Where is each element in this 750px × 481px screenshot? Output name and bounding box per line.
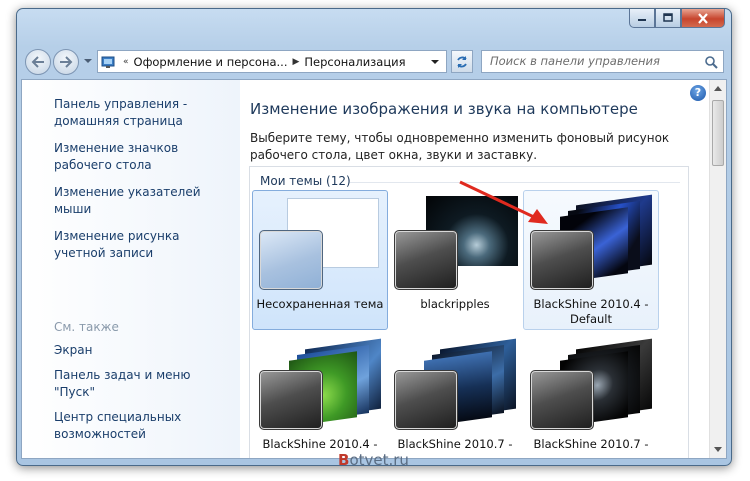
theme-item-blackshine-default[interactable]: BlackShine 2010.4 - Default [523, 190, 659, 330]
breadcrumb-personalization[interactable]: Персонализация [304, 55, 405, 69]
breadcrumb-appearance[interactable]: Оформление и персона... [134, 55, 288, 69]
sidebar-link-ease-of-access[interactable]: Центр специальных возможностей [54, 409, 229, 443]
maximize-button[interactable] [655, 9, 681, 28]
window-color-preview [394, 230, 458, 290]
page-title: Изменение изображения и звука на компьют… [250, 100, 638, 118]
control-panel-icon [98, 51, 118, 72]
sidebar-link-display[interactable]: Экран [54, 342, 229, 359]
sidebar-link-desktop-icons[interactable]: Изменение значков рабочего стола [54, 140, 229, 174]
sidebar-link-account-picture[interactable]: Изменение рисунка учетной записи [54, 228, 229, 262]
help-icon[interactable]: ? [690, 85, 706, 101]
main-panel: ? Изменение изображения и звука на компь… [240, 80, 710, 458]
refresh-icon [457, 55, 467, 68]
scrollbar-thumb[interactable] [712, 100, 724, 166]
caption-buttons [629, 9, 725, 28]
chevron-down-icon [714, 447, 722, 452]
minimize-icon [638, 19, 646, 21]
search-icon[interactable] [704, 55, 718, 69]
sidebar-link-home[interactable]: Панель управления - домашняя страница [54, 96, 229, 130]
search-placeholder: Поиск в панели управления [490, 54, 660, 68]
back-button[interactable] [25, 49, 51, 75]
navigation-bar: « Оформление и персона... ▶ Персонализац… [23, 49, 727, 75]
history-dropdown-icon[interactable] [83, 58, 93, 64]
breadcrumb-overflow-icon[interactable]: « [123, 57, 129, 67]
breadcrumb-separator-icon[interactable]: ▶ [292, 57, 299, 67]
minimize-button[interactable] [629, 9, 655, 28]
scroll-up-button[interactable] [710, 80, 726, 97]
theme-item-blackshine-2010-4[interactable]: BlackShine 2010.4 - [252, 330, 388, 458]
window-color-preview [530, 370, 594, 430]
theme-group-title[interactable]: Мои темы (12) [260, 174, 351, 188]
close-button[interactable] [681, 9, 725, 28]
group-divider [350, 182, 680, 183]
theme-list: Мои темы (12) Несохраненная тема blackri… [249, 166, 689, 458]
scroll-down-button[interactable] [710, 441, 726, 458]
theme-name: Несохраненная тема [256, 297, 384, 311]
sidebar-link-taskbar[interactable]: Панель задач и меню "Пуск" [54, 367, 229, 401]
theme-name: BlackShine 2010.7 - [533, 437, 649, 451]
theme-name: BlackShine 2010.4 - [262, 437, 378, 451]
theme-thumbnail [259, 336, 383, 432]
theme-item-blackshine-2010-7-b[interactable]: BlackShine 2010.7 - [523, 330, 659, 458]
arrow-left-icon [31, 56, 44, 68]
search-input[interactable]: Поиск в панели управления [481, 50, 724, 73]
theme-thumbnail [530, 194, 654, 292]
see-also-heading: См. также [54, 320, 119, 334]
arrow-right-icon [60, 56, 73, 68]
window-color-preview [530, 230, 594, 290]
vertical-scrollbar[interactable] [709, 80, 726, 458]
chevron-up-icon [714, 86, 722, 91]
theme-item-blackripples[interactable]: blackripples [387, 190, 523, 330]
close-icon [698, 12, 708, 24]
watermark: Botvet.ru [338, 451, 409, 469]
page-description: Выберите тему, чтобы одновременно измени… [250, 131, 670, 162]
theme-name: BlackShine 2010.7 - [397, 437, 513, 451]
control-panel-window: « Оформление и персона... ▶ Персонализац… [16, 8, 732, 466]
maximize-icon [663, 13, 673, 22]
refresh-button[interactable] [451, 50, 473, 73]
sidebar: Панель управления - домашняя страница Из… [22, 80, 240, 458]
address-bar[interactable]: « Оформление и персона... ▶ Персонализац… [97, 50, 447, 73]
theme-name: BlackShine 2010.4 - Default [533, 297, 649, 326]
theme-thumbnail [394, 336, 518, 432]
forward-button[interactable] [53, 49, 79, 75]
sidebar-link-mouse-pointers[interactable]: Изменение указателей мыши [54, 184, 229, 218]
content-area: Панель управления - домашняя страница Из… [21, 79, 727, 459]
theme-name: blackripples [420, 297, 490, 311]
address-dropdown-icon[interactable] [430, 59, 440, 65]
window-color-preview [394, 370, 458, 430]
theme-item-blackshine-2010-7-a[interactable]: BlackShine 2010.7 - [387, 330, 523, 458]
window-color-preview [259, 370, 323, 430]
theme-thumbnail [394, 196, 518, 292]
theme-item-unsaved[interactable]: Несохраненная тема [252, 190, 388, 330]
theme-thumbnail [530, 336, 654, 432]
window-color-preview [259, 230, 323, 290]
theme-thumbnail [259, 196, 383, 292]
